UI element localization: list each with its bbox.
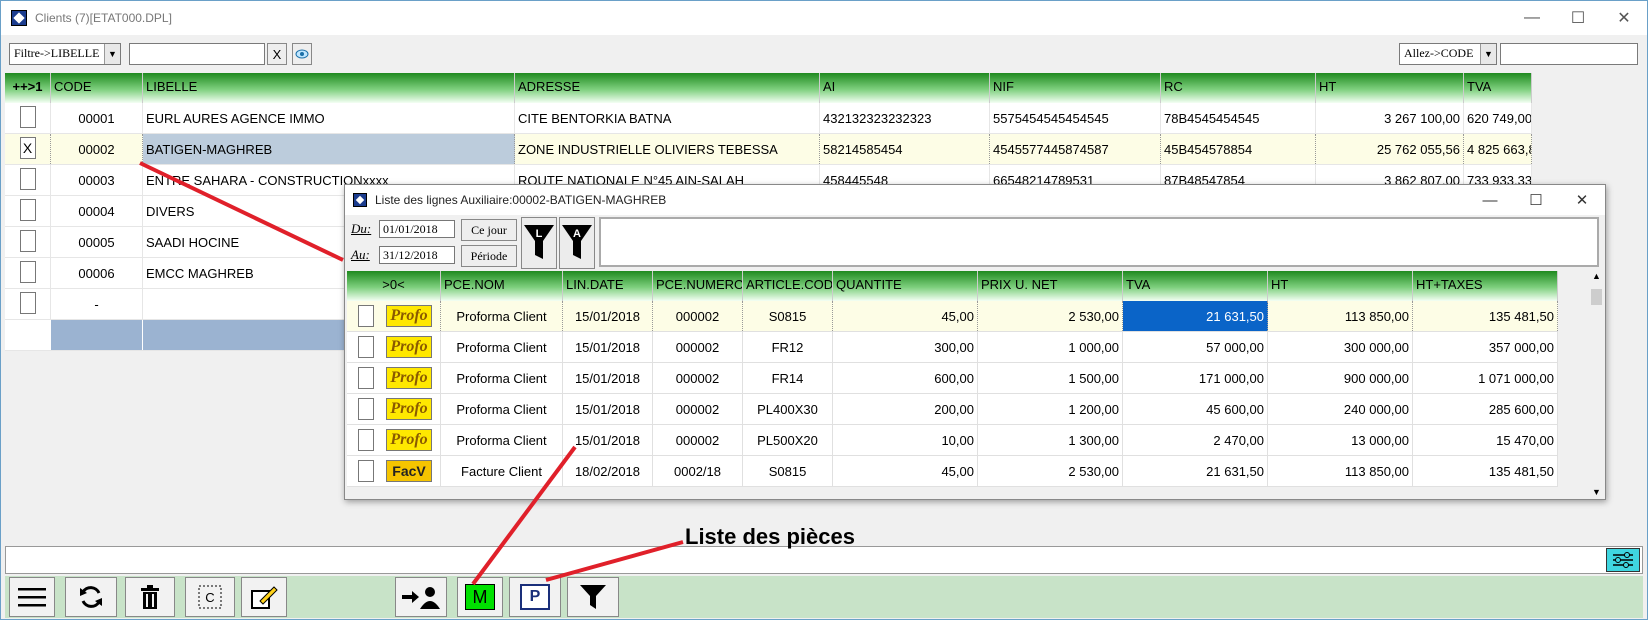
arrow-line: [545, 540, 684, 582]
arrow-line: [139, 161, 344, 262]
arrow-line: [471, 445, 577, 586]
annotation-arrows: [139, 161, 684, 586]
